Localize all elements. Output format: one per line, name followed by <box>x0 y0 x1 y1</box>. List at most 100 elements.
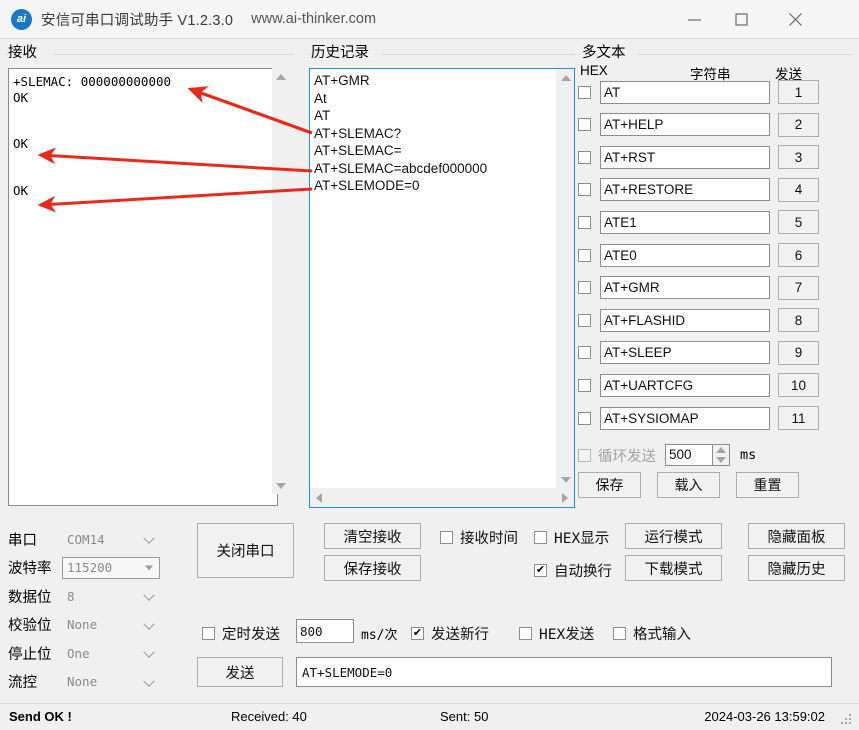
multitext-command-input[interactable]: AT+SYSIOMAP <box>600 406 770 430</box>
reset-button[interactable]: 重置 <box>736 472 799 498</box>
history-group-divider <box>382 54 575 55</box>
run-mode-button[interactable]: 运行模式 <box>625 523 722 549</box>
receive-textarea[interactable]: +SLEMAC: 000000000000 OK OK OK <box>8 68 278 506</box>
receive-time-checkbox[interactable] <box>440 531 453 544</box>
multitext-hex-checkbox[interactable] <box>578 411 591 425</box>
multitext-hex-checkbox[interactable] <box>578 281 591 295</box>
download-mode-button[interactable]: 下载模式 <box>625 555 722 581</box>
multitext-send-button[interactable]: 10 <box>778 373 819 398</box>
multitext-send-button[interactable]: 11 <box>778 406 819 430</box>
serial-setting-row: 波特率 115200 <box>8 556 160 580</box>
format-input-checkbox-row[interactable]: 格式输入 <box>613 623 691 644</box>
close-port-button[interactable]: 关闭串口 <box>197 523 294 578</box>
loop-interval-unit: ms <box>740 447 757 463</box>
serial-setting-combo[interactable]: COM14 <box>62 528 160 550</box>
multitext-send-button[interactable]: 7 <box>778 275 819 300</box>
multitext-command-input[interactable]: AT+GMR <box>600 276 770 300</box>
multitext-command-input[interactable]: AT+UARTCFG <box>600 373 770 397</box>
loop-send-row: 循环发送 500 ms <box>578 443 853 467</box>
auto-newline-checkbox-row[interactable]: ✔ 自动换行 <box>534 560 612 581</box>
multitext-command-input[interactable]: ATE0 <box>600 243 770 267</box>
serial-setting-combo[interactable]: 115200 <box>62 556 160 579</box>
receive-scroll-down-icon[interactable] <box>272 477 289 494</box>
multitext-command-input[interactable]: ATE1 <box>600 210 770 234</box>
send-interval-unit: ms/次 <box>361 628 398 643</box>
loop-interval-input[interactable]: 500 <box>665 444 713 466</box>
format-input-checkbox[interactable] <box>613 627 626 640</box>
multitext-send-button[interactable]: 9 <box>778 340 819 365</box>
hex-display-checkbox[interactable] <box>534 531 547 544</box>
multitext-command-input[interactable]: AT <box>600 80 770 104</box>
multitext-hex-checkbox[interactable] <box>578 118 591 132</box>
history-scroll-down-icon[interactable] <box>557 471 574 488</box>
multitext-send-button[interactable]: 4 <box>778 177 819 202</box>
clear-receive-button[interactable]: 清空接收 <box>324 523 421 549</box>
multitext-command-input[interactable]: AT+RST <box>600 145 770 169</box>
multitext-row: AT+SLEEP 9 <box>578 340 853 366</box>
maximize-icon[interactable] <box>718 0 765 38</box>
multitext-hex-checkbox[interactable] <box>578 378 591 392</box>
multitext-group-label: 多文本 <box>582 45 626 61</box>
multitext-send-button[interactable]: 2 <box>778 112 819 137</box>
loop-interval-stepper[interactable] <box>713 444 730 466</box>
multitext-send-button[interactable]: 5 <box>778 210 819 235</box>
multitext-send-button[interactable]: 6 <box>778 243 819 267</box>
receive-scrollbar[interactable] <box>272 68 289 494</box>
history-scroll-right-icon[interactable] <box>556 489 574 507</box>
serial-setting-label: 串口 <box>8 532 37 549</box>
hide-panel-button[interactable]: 隐藏面板 <box>748 523 845 549</box>
multitext-hex-checkbox[interactable] <box>578 85 591 99</box>
history-vertical-scrollbar[interactable] <box>557 69 574 488</box>
receive-time-checkbox-row[interactable]: 接收时间 <box>440 527 518 548</box>
multitext-send-button[interactable]: 1 <box>778 80 819 104</box>
receive-scroll-up-icon[interactable] <box>272 68 289 85</box>
multitext-row: AT 1 <box>578 79 853 105</box>
app-window: ai 安信可串口调试助手 V1.2.3.0 www.ai-thinker.com… <box>0 0 859 730</box>
multitext-command-input[interactable]: AT+RESTORE <box>600 178 770 202</box>
hide-history-button[interactable]: 隐藏历史 <box>748 555 845 581</box>
multitext-command-input[interactable]: AT+SLEEP <box>600 341 770 365</box>
hex-send-checkbox[interactable] <box>519 627 532 640</box>
hex-send-label: HEX发送 <box>539 627 595 643</box>
send-input[interactable]: AT+SLEMODE=0 <box>296 657 832 687</box>
send-button[interactable]: 发送 <box>197 657 283 687</box>
hex-display-checkbox-row[interactable]: HEX显示 <box>534 527 609 548</box>
hex-send-checkbox-row[interactable]: HEX发送 <box>519 623 594 644</box>
send-newline-checkbox-row[interactable]: ✔ 发送新行 <box>411 623 489 644</box>
multitext-hex-checkbox[interactable] <box>578 150 591 164</box>
save-receive-button[interactable]: 保存接收 <box>324 555 421 581</box>
history-list[interactable]: AT+GMR At AT AT+SLEMAC? AT+SLEMAC= AT+SL… <box>310 69 556 488</box>
loop-send-checkbox[interactable] <box>578 448 591 462</box>
load-button[interactable]: 载入 <box>657 472 720 498</box>
multitext-send-button[interactable]: 8 <box>778 308 819 333</box>
history-horizontal-scrollbar[interactable] <box>310 489 574 507</box>
send-newline-checkbox[interactable]: ✔ <box>411 627 424 640</box>
multitext-hex-checkbox[interactable] <box>578 346 591 360</box>
auto-newline-checkbox[interactable]: ✔ <box>534 564 547 577</box>
multitext-send-button[interactable]: 3 <box>778 145 819 170</box>
serial-setting-row: 串口 COM14 <box>8 527 160 551</box>
serial-setting-combo[interactable]: None <box>62 613 160 636</box>
stepper-up-icon[interactable] <box>716 447 726 453</box>
serial-setting-value: COM14 <box>67 531 105 547</box>
stepper-down-icon[interactable] <box>716 457 726 463</box>
resize-grip-icon[interactable] <box>841 714 853 726</box>
multitext-hex-checkbox[interactable] <box>578 215 591 229</box>
history-scroll-left-icon[interactable] <box>310 489 328 507</box>
close-icon[interactable] <box>765 0 825 38</box>
multitext-command-input[interactable]: AT+HELP <box>600 113 770 137</box>
minimize-icon[interactable] <box>671 0 718 38</box>
multitext-command-input[interactable]: AT+FLASHID <box>600 308 770 332</box>
multitext-hex-checkbox[interactable] <box>578 248 591 262</box>
timed-send-checkbox-row[interactable]: 定时发送 <box>202 623 280 644</box>
multitext-hex-checkbox[interactable] <box>578 313 591 327</box>
history-group-divider-left <box>309 54 311 55</box>
serial-setting-combo[interactable]: One <box>62 642 160 664</box>
serial-setting-combo[interactable]: None <box>62 670 160 693</box>
save-button[interactable]: 保存 <box>578 472 641 498</box>
history-scroll-up-icon[interactable] <box>557 69 574 86</box>
serial-setting-combo[interactable]: 8 <box>62 585 160 607</box>
multitext-hex-checkbox[interactable] <box>578 183 591 197</box>
send-interval-input[interactable]: 800 <box>296 619 354 643</box>
timed-send-checkbox[interactable] <box>202 627 215 640</box>
